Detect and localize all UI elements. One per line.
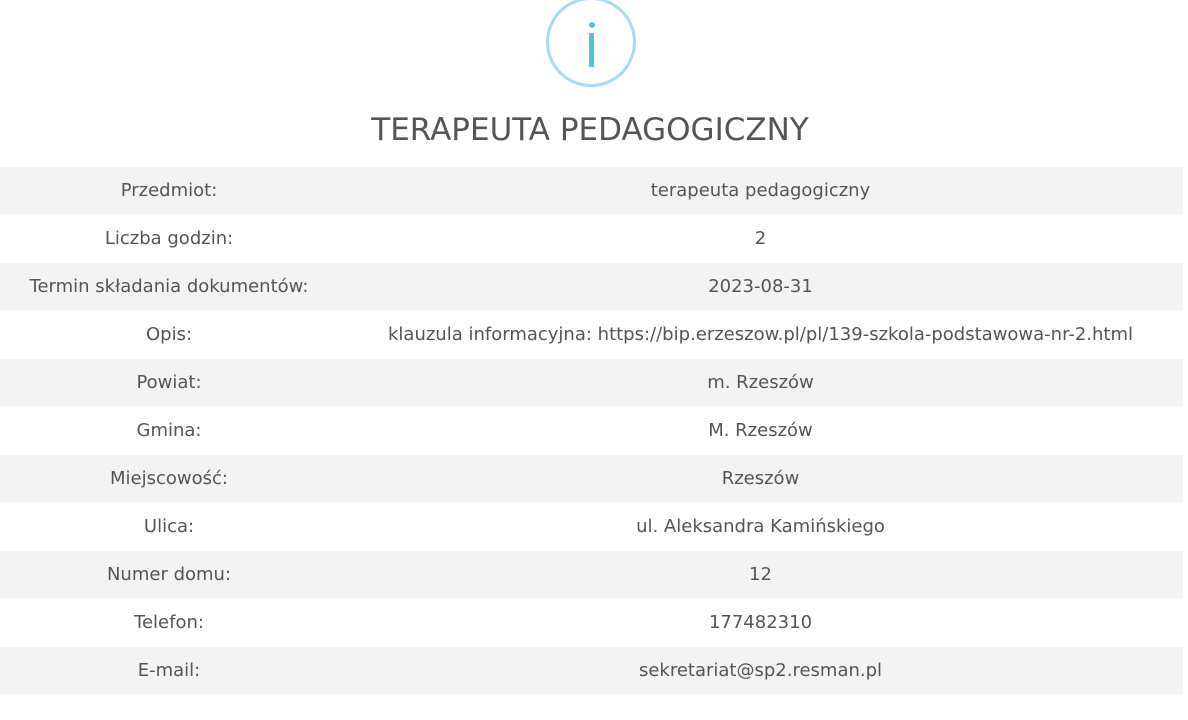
details-table: Przedmiot: terapeuta pedagogiczny Liczba… (0, 167, 1183, 695)
detail-value-link[interactable]: klauzula informacyjna: https://bip.erzes… (338, 324, 1183, 345)
detail-label: Numer domu: (106, 564, 232, 585)
detail-label: Liczba godzin: (104, 228, 234, 249)
detail-label: Powiat: (136, 372, 202, 393)
detail-value: 12 (749, 564, 772, 585)
detail-row-email: E-mail: sekretariat@sp2.resman.pl (0, 647, 1183, 695)
detail-row-telefon: Telefon: 177482310 (0, 599, 1183, 647)
detail-label: Przedmiot: (120, 180, 218, 201)
detail-row-termin: Termin składania dokumentów: 2023-08-31 (0, 263, 1183, 311)
detail-value: 2 (754, 228, 767, 249)
detail-row-ulica: Ulica: ul. Aleksandra Kamińskiego (0, 503, 1183, 551)
detail-label: Opis: (145, 324, 193, 345)
info-icon-dot (589, 22, 595, 28)
detail-row-opis: Opis: klauzula informacyjna: https://bip… (0, 311, 1183, 359)
detail-value: m. Rzeszów (707, 372, 814, 393)
detail-value: M. Rzeszów (708, 420, 813, 441)
page-title: TERAPEUTA PEDAGOGICZNY (371, 112, 809, 148)
detail-row-numer-domu: Numer domu: 12 (0, 551, 1183, 599)
detail-value: terapeuta pedagogiczny (650, 180, 871, 201)
detail-label: Gmina: (136, 420, 202, 441)
detail-value: ul. Aleksandra Kamińskiego (636, 516, 885, 537)
info-icon (546, 0, 636, 87)
info-icon-stem (589, 33, 594, 67)
detail-row-powiat: Powiat: m. Rzeszów (0, 359, 1183, 407)
detail-row-przedmiot: Przedmiot: terapeuta pedagogiczny (0, 167, 1183, 215)
offer-details-page: TERAPEUTA PEDAGOGICZNY Przedmiot: terape… (0, 0, 1188, 720)
detail-label: Termin składania dokumentów: (29, 276, 309, 297)
detail-label: Telefon: (134, 612, 204, 633)
detail-value: Rzeszów (721, 468, 800, 489)
detail-row-gmina: Gmina: M. Rzeszów (0, 407, 1183, 455)
detail-value-email[interactable]: sekretariat@sp2.resman.pl (338, 660, 1183, 681)
detail-value: 177482310 (708, 612, 813, 633)
detail-label: Miejscowość: (110, 468, 228, 489)
detail-label: Ulica: (143, 516, 195, 537)
detail-value: 2023-08-31 (708, 276, 813, 297)
detail-row-miejscowosc: Miejscowość: Rzeszów (0, 455, 1183, 503)
detail-label: E-mail: (137, 660, 201, 681)
detail-row-liczba-godzin: Liczba godzin: 2 (0, 215, 1183, 263)
